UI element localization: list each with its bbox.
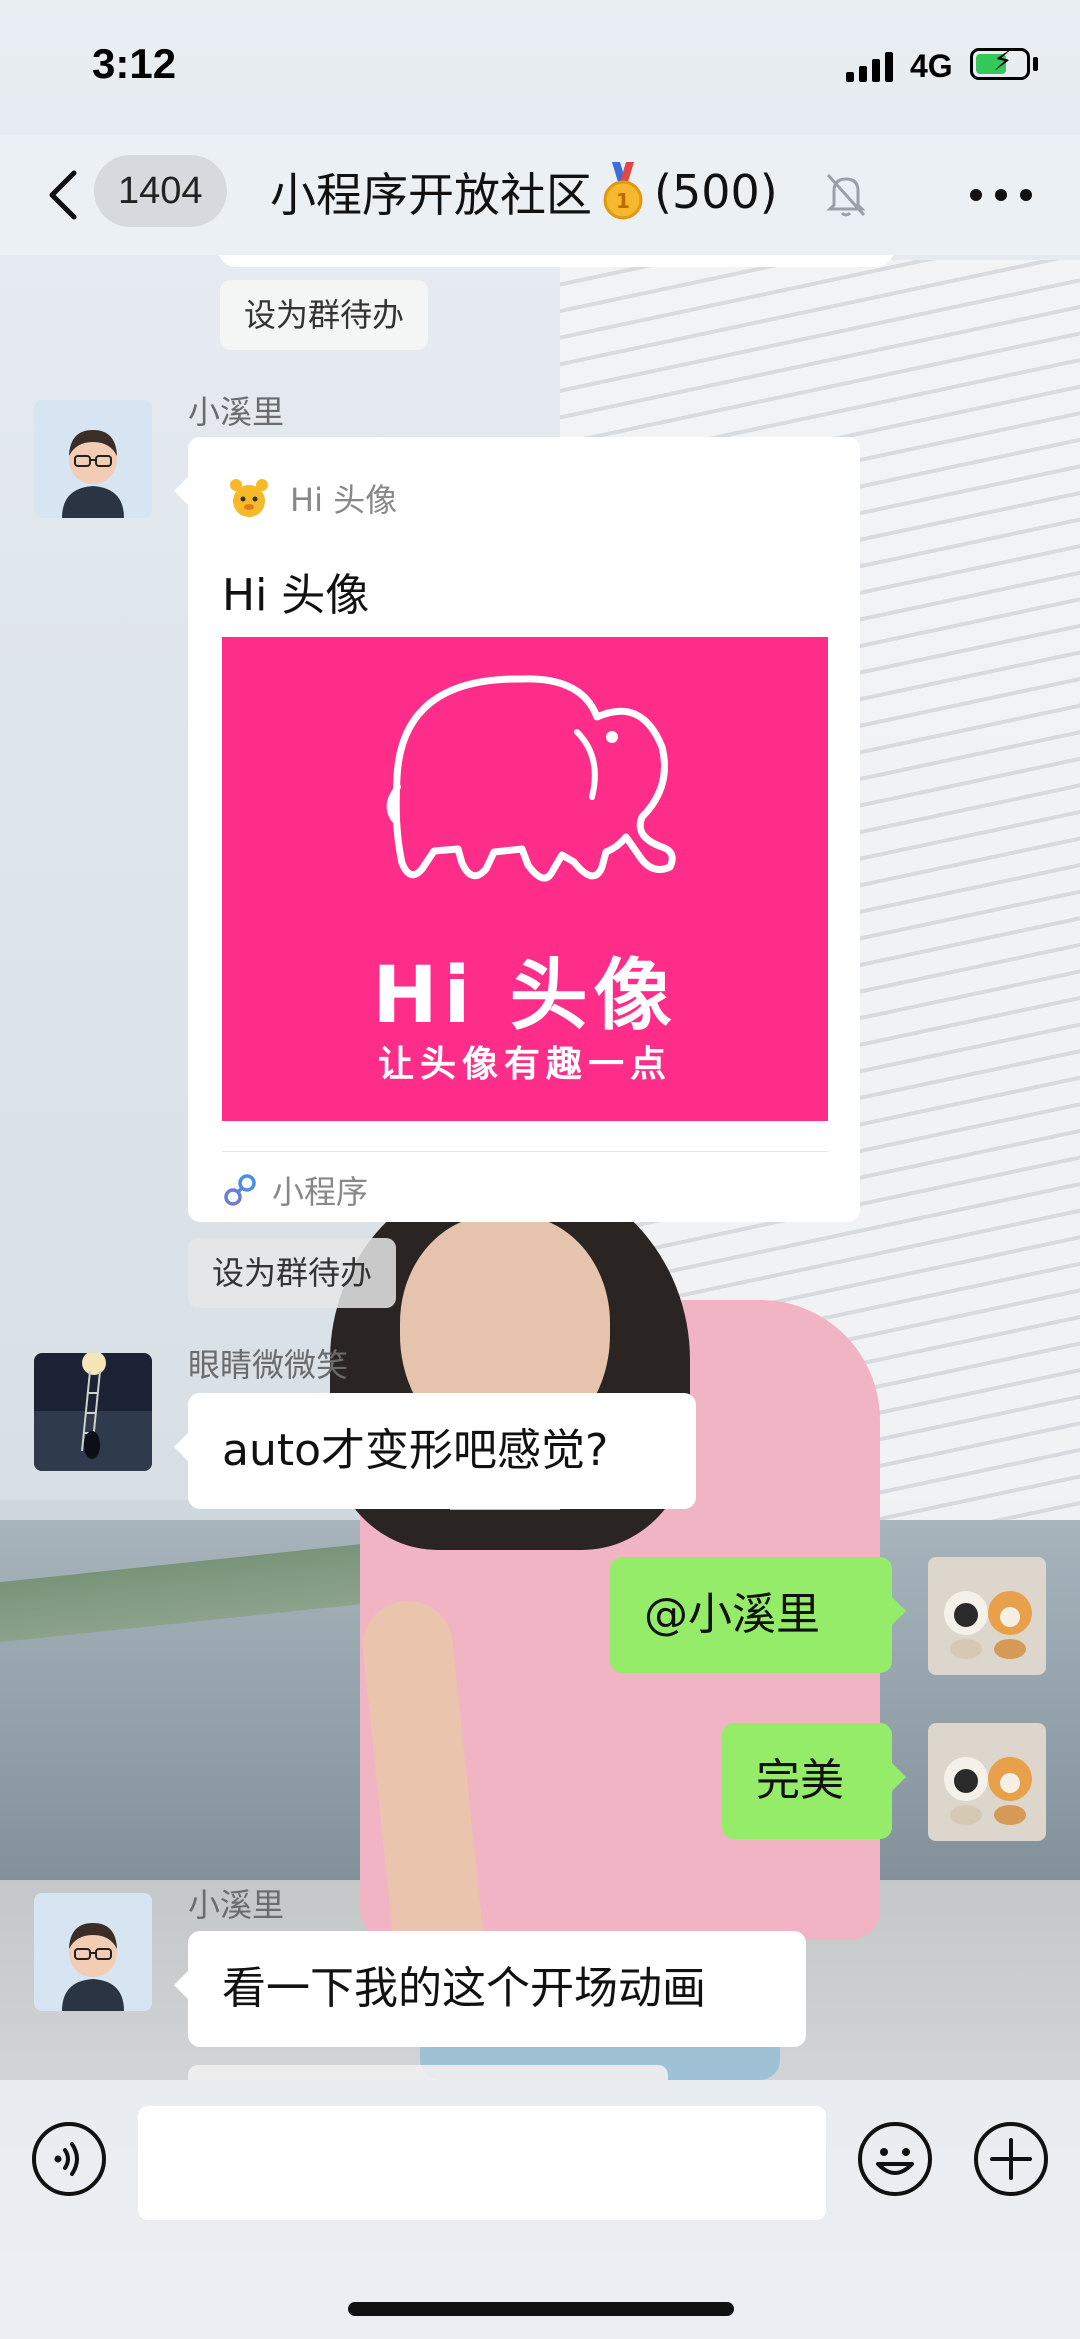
card-footer: 小程序 [222, 1167, 368, 1213]
poster-brand: Hi 头像 [372, 951, 678, 1041]
message-list[interactable]: 设为群待办 小溪里 Hi 头像 Hi 头像 Hi 头像 让头像有趣一点 小程序 … [0, 255, 1080, 2080]
avatar[interactable] [34, 1353, 152, 1471]
card-divider [222, 1151, 828, 1152]
unread-count-badge[interactable]: 1404 [94, 155, 227, 227]
poster-slogan: 让头像有趣一点 [377, 1044, 672, 1085]
home-indicator [348, 2302, 734, 2316]
avatar[interactable] [928, 1723, 1046, 1841]
mini-program-logo-icon [230, 479, 268, 517]
message-bubble[interactable]: 看一下我的这个开场动画 [174, 1931, 806, 2047]
avatar[interactable] [34, 1893, 152, 2011]
charging-bolt-icon: ⚡ [993, 44, 1013, 77]
card-title: Hi 头像 [222, 570, 370, 621]
voice-icon[interactable] [30, 2120, 108, 2198]
more-dots-icon[interactable] [966, 185, 1036, 205]
card-source-name: Hi 头像 [290, 481, 398, 519]
mini-program-link-icon [224, 1174, 256, 1206]
plus-icon[interactable] [972, 2120, 1050, 2198]
card-footer-label: 小程序 [272, 1173, 369, 1211]
svg-text:1: 1 [616, 189, 630, 213]
group-name: 小程序开放社区 [270, 168, 592, 222]
member-count: (500) [654, 165, 778, 219]
mini-program-card[interactable]: Hi 头像 Hi 头像 Hi 头像 让头像有趣一点 小程序 [174, 437, 860, 1222]
group-title: 小程序开放社区 1 (500) [270, 159, 778, 225]
status-time: 3:12 [92, 40, 177, 87]
avatar[interactable] [34, 400, 152, 518]
card-poster: Hi 头像 让头像有趣一点 [222, 637, 828, 1121]
avatar[interactable] [928, 1557, 1046, 1675]
status-bar: 3:12 4G ⚡ [0, 0, 1080, 135]
set-group-todo-button[interactable]: 设为群待办 [188, 1238, 397, 1308]
sender-name: 小溪里 [188, 393, 285, 431]
input-bar [0, 2080, 1080, 2339]
network-type: 4G [910, 48, 953, 84]
sender-name: 小溪里 [188, 1886, 285, 1924]
bell-slash-icon [826, 173, 866, 217]
emoji-icon[interactable] [856, 2120, 934, 2198]
gold-medal-icon: 1 [603, 162, 643, 220]
sender-name: 眼睛微微笑 [188, 1346, 349, 1384]
message-bubble[interactable]: @小溪里 [610, 1557, 906, 1673]
chevron-left-icon[interactable] [40, 165, 90, 225]
signal-icon [846, 52, 898, 82]
battery-icon: ⚡ [970, 44, 1030, 80]
battery-tip [1033, 57, 1038, 71]
card-source: Hi 头像 [224, 473, 397, 523]
partial-next-message [188, 2065, 668, 2080]
message-bubble[interactable]: auto才变形吧感觉? [174, 1393, 696, 1509]
previous-card-bottom [218, 255, 894, 267]
chat-header: 1404 小程序开放社区 1 (500) [0, 135, 1080, 255]
set-group-todo-button[interactable]: 设为群待办 [220, 280, 429, 350]
message-bubble[interactable]: 完美 [722, 1723, 906, 1839]
message-input[interactable] [138, 2106, 826, 2220]
